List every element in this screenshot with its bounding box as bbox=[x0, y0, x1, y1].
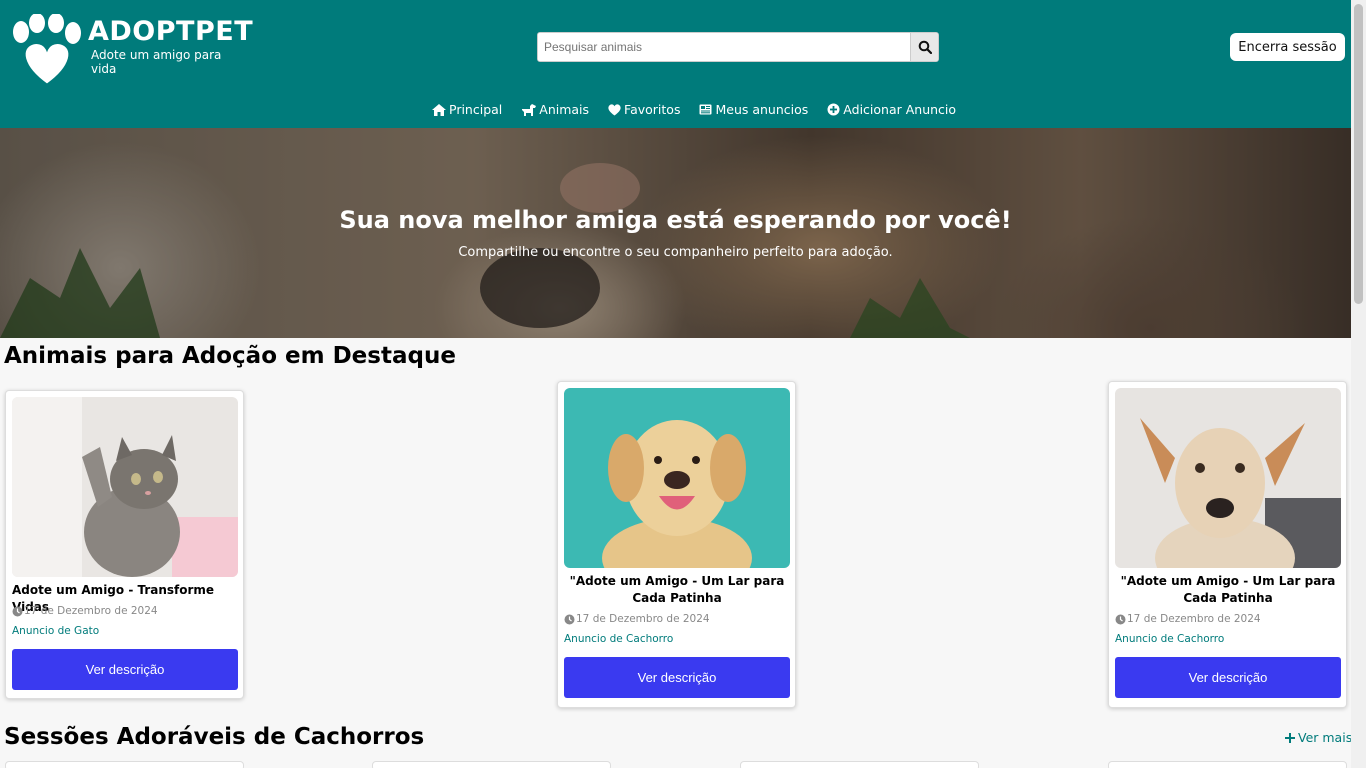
dog-icon bbox=[522, 103, 537, 116]
card-category: Anuncio de Cachorro bbox=[1115, 633, 1225, 645]
dog-card-preview[interactable] bbox=[372, 761, 611, 768]
nav-item-adicionar-anuncio[interactable]: Adicionar Anuncio bbox=[827, 102, 956, 117]
featured-section-title: Animais para Adoção em Destaque bbox=[4, 343, 456, 369]
clock-icon bbox=[12, 606, 23, 616]
nav-label: Meus anuncios bbox=[715, 102, 809, 117]
hero-banner: Sua nova melhor amiga está esperando por… bbox=[0, 128, 1351, 338]
scrollbar-thumb[interactable] bbox=[1354, 4, 1363, 304]
dog-card-preview[interactable] bbox=[5, 761, 244, 768]
logo-title: ADOPTPET bbox=[88, 16, 254, 47]
see-more-label: Ver mais bbox=[1298, 730, 1353, 745]
mixed-dog-image bbox=[1115, 388, 1341, 568]
nav-label: Favoritos bbox=[624, 102, 681, 117]
animal-card: "Adote um Amigo - Um Lar para Cada Patin… bbox=[1108, 381, 1347, 708]
mixed-dog-photo[interactable] bbox=[1115, 388, 1341, 568]
card-date: 17 de Dezembro de 2024 bbox=[12, 605, 158, 617]
plus-circle-icon bbox=[827, 103, 840, 116]
nav-label: Animais bbox=[539, 102, 590, 117]
heart-icon bbox=[608, 103, 621, 115]
search-input[interactable] bbox=[538, 33, 910, 61]
main-nav: Principal Animais Favoritos Meus anuncio… bbox=[432, 102, 975, 117]
clock-icon bbox=[564, 614, 575, 624]
card-title: "Adote um Amigo - Um Lar para Cada Patin… bbox=[569, 574, 785, 605]
card-category: Anuncio de Cachorro bbox=[564, 633, 674, 645]
hero-subtitle: Compartilhe ou encontre o seu companheir… bbox=[458, 245, 893, 260]
card-category: Anuncio de Gato bbox=[12, 625, 100, 637]
view-description-button[interactable]: Ver descrição bbox=[1115, 657, 1341, 698]
clock-icon bbox=[1115, 614, 1126, 624]
search-icon bbox=[918, 40, 932, 54]
labrador-image bbox=[564, 388, 790, 568]
logo[interactable]: ADOPTPET Adote um amigo para vida bbox=[10, 14, 254, 88]
nav-label: Adicionar Anuncio bbox=[843, 102, 957, 117]
dog-card-preview[interactable] bbox=[1108, 761, 1347, 768]
dogs-section-title: Sessões Adoráveis de Cachorros bbox=[4, 724, 425, 750]
search-bar bbox=[537, 32, 939, 62]
view-description-button[interactable]: Ver descrição bbox=[12, 649, 238, 690]
logo-subtitle: Adote um amigo para vida bbox=[91, 48, 222, 76]
nav-item-principal[interactable]: Principal bbox=[432, 102, 502, 117]
card-date: 17 de Dezembro de 2024 bbox=[564, 613, 710, 625]
view-description-button[interactable]: Ver descrição bbox=[564, 657, 790, 698]
dog-card-preview[interactable] bbox=[740, 761, 979, 768]
logout-button[interactable]: Encerra sessão bbox=[1230, 33, 1345, 61]
labrador-photo[interactable] bbox=[564, 388, 790, 568]
search-button[interactable] bbox=[910, 33, 938, 61]
kitten-photo[interactable] bbox=[12, 397, 238, 577]
card-date-text: 17 de Dezembro de 2024 bbox=[24, 605, 158, 617]
home-icon bbox=[432, 103, 446, 116]
nav-item-meus-anuncios[interactable]: Meus anuncios bbox=[699, 102, 808, 117]
hero-title: Sua nova melhor amiga está esperando por… bbox=[339, 206, 1012, 234]
paw-heart-icon bbox=[13, 14, 81, 85]
card-date: 17 de Dezembro de 2024 bbox=[1115, 613, 1261, 625]
newspaper-icon bbox=[699, 104, 712, 115]
animal-card: "Adote um Amigo - Um Lar para Cada Patin… bbox=[557, 381, 796, 708]
card-date-text: 17 de Dezembro de 2024 bbox=[576, 613, 710, 625]
nav-label: Principal bbox=[449, 102, 503, 117]
nav-item-favoritos[interactable]: Favoritos bbox=[608, 102, 680, 117]
card-date-text: 17 de Dezembro de 2024 bbox=[1127, 613, 1261, 625]
animal-card: Adote um Amigo - Transforme Vidas 17 de … bbox=[5, 390, 244, 699]
card-title: "Adote um Amigo - Um Lar para Cada Patin… bbox=[1120, 574, 1336, 605]
kitten-image bbox=[12, 397, 238, 577]
plus-icon bbox=[1285, 732, 1295, 743]
see-more-link[interactable]: Ver mais bbox=[1285, 730, 1352, 745]
header: ADOPTPET Adote um amigo para vida Encerr… bbox=[0, 0, 1351, 128]
page-scrollbar[interactable] bbox=[1351, 0, 1366, 768]
nav-item-animais[interactable]: Animais bbox=[521, 102, 589, 117]
